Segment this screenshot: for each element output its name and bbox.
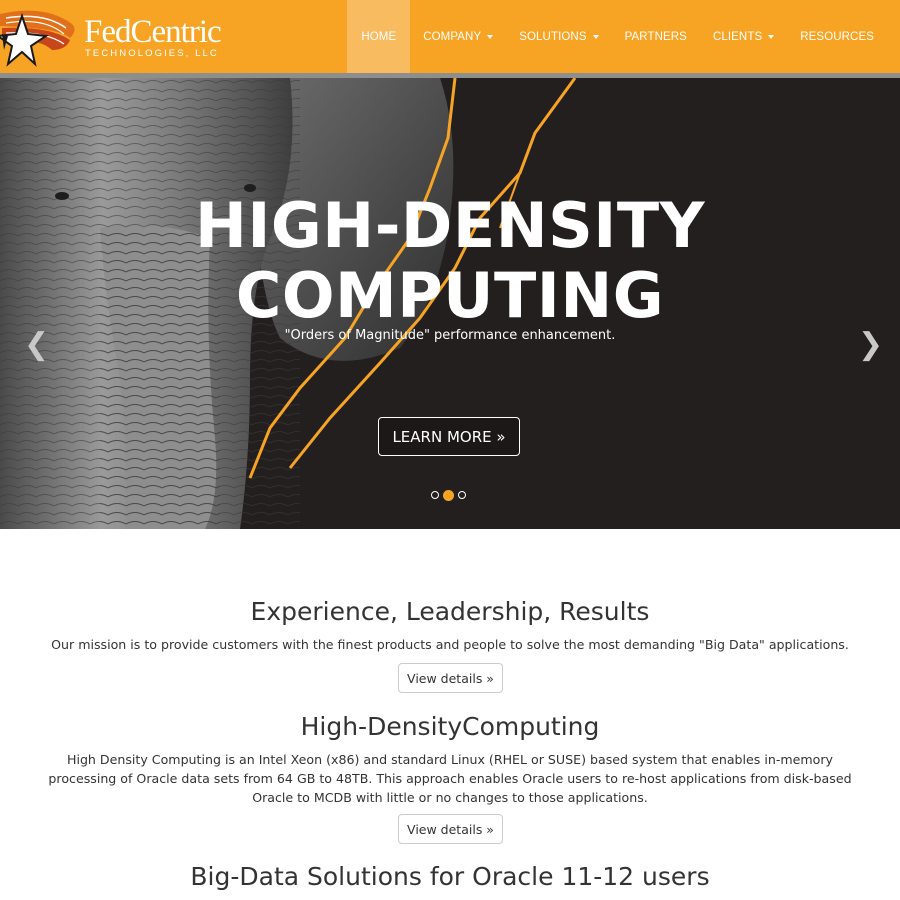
learn-more-button[interactable]: LEARN MORE » <box>378 417 520 456</box>
nav-resources[interactable]: RESOURCES <box>787 0 887 73</box>
star-swoosh-logo-icon <box>0 10 75 67</box>
top-navbar: FedCentric TECHNOLOGIES, LLC HOME COMPAN… <box>0 0 900 73</box>
nav-partners[interactable]: PARTNERS <box>612 0 700 73</box>
caret-down-icon <box>592 34 599 39</box>
nav-solutions[interactable]: SOLUTIONS <box>506 0 611 73</box>
chevron-right-icon[interactable]: ❯ <box>858 330 883 360</box>
main-nav: HOME COMPANY SOLUTIONS PARTNERS CLIENTS … <box>347 0 887 73</box>
nav-solutions-label: SOLUTIONS <box>519 30 587 43</box>
nav-clients[interactable]: CLIENTS <box>700 0 787 73</box>
hero-title-line2: COMPUTING <box>235 259 665 332</box>
logo-tagline: TECHNOLOGIES, LLC <box>85 48 219 59</box>
chevron-left-icon[interactable]: ❮ <box>24 330 49 360</box>
carousel-dot-3[interactable] <box>458 491 466 499</box>
hero-title-line1: HIGH-DENSITY <box>194 189 706 262</box>
section-text-high-density: High Density Computing is an Intel Xeon … <box>48 752 852 805</box>
nav-partners-label: PARTNERS <box>624 30 687 43</box>
nav-clients-label: CLIENTS <box>712 30 763 43</box>
section-title-high-density: High-DensityComputing <box>300 712 600 741</box>
section-title-experience: Experience, Leadership, Results <box>250 597 650 626</box>
view-details-button-2[interactable]: View details » <box>398 814 503 844</box>
section-title-big-data: Big-Data Solutions for Oracle 11-12 user… <box>190 862 710 891</box>
nav-company[interactable]: COMPANY <box>410 0 506 73</box>
caret-down-icon <box>768 34 775 39</box>
section-text-mission: Our mission is to provide customers with… <box>51 637 849 652</box>
carousel-dot-2[interactable] <box>443 489 454 501</box>
view-details-button-1[interactable]: View details » <box>398 663 503 693</box>
nav-company-label: COMPANY <box>423 30 482 43</box>
nav-home-label: HOME <box>361 30 397 43</box>
hero-subtitle: "Orders of Magnitude" performance enhanc… <box>284 328 616 343</box>
nav-home[interactable]: HOME <box>347 0 411 73</box>
company-logo[interactable]: FedCentric TECHNOLOGIES, LLC <box>0 6 240 72</box>
nav-resources-label: RESOURCES <box>800 30 874 43</box>
logo-wordmark: FedCentric <box>84 14 222 50</box>
carousel-indicators <box>431 489 466 501</box>
carousel-dot-1[interactable] <box>431 491 439 499</box>
hero-carousel: HIGH-DENSITY COMPUTING "Orders of Magnit… <box>0 78 900 529</box>
caret-down-icon <box>487 34 494 39</box>
